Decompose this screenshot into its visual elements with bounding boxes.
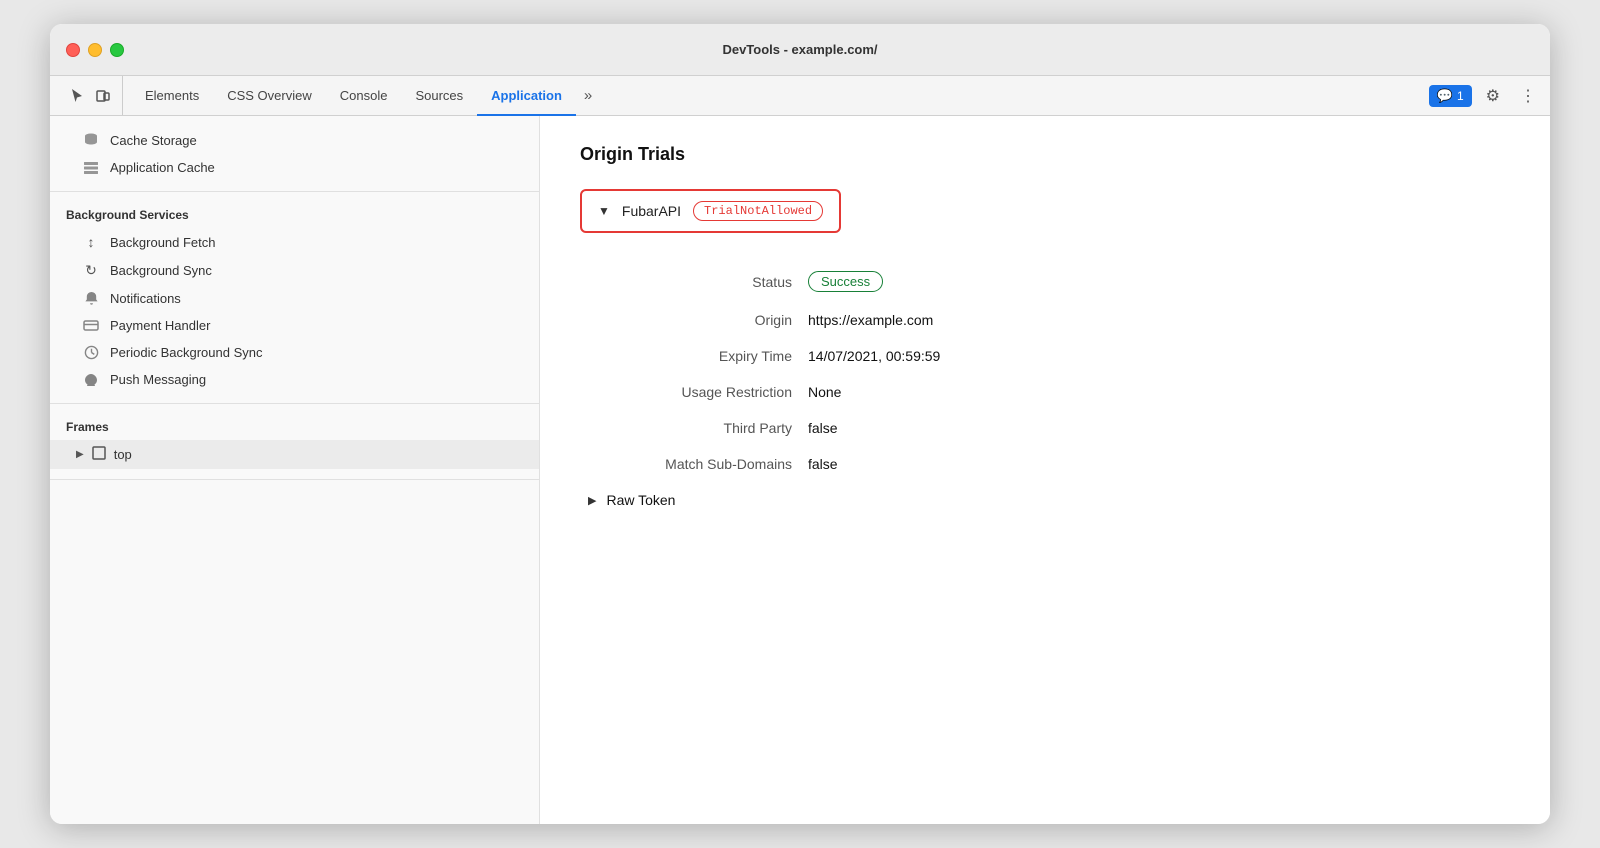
tab-sources[interactable]: Sources: [401, 77, 477, 116]
push-messaging-icon: [82, 373, 100, 387]
raw-token-arrow: ▶: [588, 494, 596, 507]
application-cache-icon: [82, 161, 100, 175]
sidebar-item-label: Application Cache: [110, 160, 523, 175]
third-party-value: false: [800, 410, 1510, 446]
sidebar-item-periodic-background-sync[interactable]: Periodic Background Sync: [50, 339, 539, 366]
tab-application[interactable]: Application: [477, 77, 576, 116]
console-icon: 💬: [1437, 88, 1453, 104]
expiry-time-value: 14/07/2021, 00:59:59: [800, 338, 1510, 374]
console-badge-button[interactable]: 💬 1: [1429, 85, 1472, 107]
table-row: Third Party false: [580, 410, 1510, 446]
tab-console[interactable]: Console: [326, 77, 402, 116]
sidebar-item-background-sync[interactable]: ↻ Background Sync: [50, 256, 539, 285]
raw-token-row[interactable]: ▶ Raw Token: [580, 482, 1510, 518]
trial-not-allowed-badge: TrialNotAllowed: [693, 201, 823, 221]
tab-css-overview[interactable]: CSS Overview: [213, 77, 326, 116]
usage-restriction-value: None: [800, 374, 1510, 410]
status-value: Success: [800, 261, 1510, 302]
settings-button[interactable]: ⚙: [1480, 82, 1506, 110]
periodic-background-sync-icon: [82, 345, 100, 360]
maximize-button[interactable]: [110, 43, 124, 57]
table-row: Expiry Time 14/07/2021, 00:59:59: [580, 338, 1510, 374]
notifications-icon: [82, 291, 100, 306]
sidebar-item-notifications[interactable]: Notifications: [50, 285, 539, 312]
toolbar-icons: [58, 76, 123, 115]
background-sync-icon: ↻: [82, 262, 100, 279]
table-row: Match Sub-Domains false: [580, 446, 1510, 482]
frames-section: Frames ▶ top: [50, 404, 539, 480]
frames-top-icon: [92, 446, 106, 463]
sidebar-item-application-cache[interactable]: Application Cache: [50, 154, 539, 181]
close-button[interactable]: [66, 43, 80, 57]
page-title: Origin Trials: [580, 144, 1510, 165]
main-content: Cache Storage Application Cache Backgrou: [50, 116, 1550, 824]
raw-token-label: Raw Token: [606, 492, 675, 508]
storage-section: Cache Storage Application Cache: [50, 116, 539, 192]
frames-header: Frames: [50, 414, 539, 440]
table-row: Usage Restriction None: [580, 374, 1510, 410]
table-row: Status Success: [580, 261, 1510, 302]
title-bar: DevTools - example.com/: [50, 24, 1550, 76]
content-panel: Origin Trials ▼ FubarAPI TrialNotAllowed…: [540, 116, 1550, 824]
sidebar-item-payment-handler[interactable]: Payment Handler: [50, 312, 539, 339]
origin-value: https://example.com: [800, 302, 1510, 338]
more-tabs-button[interactable]: »: [576, 87, 600, 104]
cursor-icon[interactable]: [66, 85, 88, 107]
payment-handler-icon: [82, 319, 100, 332]
device-icon[interactable]: [92, 85, 114, 107]
table-row: Origin https://example.com: [580, 302, 1510, 338]
background-services-section: Background Services ↕ Background Fetch ↻…: [50, 192, 539, 404]
sidebar-item-label: Cache Storage: [110, 133, 523, 148]
third-party-label: Third Party: [580, 410, 800, 446]
frames-top-arrow: ▶: [76, 449, 84, 460]
frames-top-label: top: [114, 447, 132, 462]
background-fetch-icon: ↕: [82, 234, 100, 250]
cache-storage-icon: [82, 132, 100, 148]
success-badge: Success: [808, 271, 883, 292]
match-subdomains-label: Match Sub-Domains: [580, 446, 800, 482]
fubar-api-row[interactable]: ▼ FubarAPI TrialNotAllowed: [580, 189, 841, 233]
sidebar-item-background-fetch[interactable]: ↕ Background Fetch: [50, 228, 539, 256]
match-subdomains-value: false: [800, 446, 1510, 482]
devtools-window: DevTools - example.com/ Elements CSS Ove…: [50, 24, 1550, 824]
traffic-lights: [66, 43, 124, 57]
sidebar-item-push-messaging[interactable]: Push Messaging: [50, 366, 539, 393]
fubar-expand-arrow: ▼: [598, 204, 610, 218]
detail-table: Status Success Origin https://example.co…: [580, 261, 1510, 482]
sidebar: Cache Storage Application Cache Backgrou: [50, 116, 540, 824]
tab-bar-right: 💬 1 ⚙ ⋮: [1429, 82, 1542, 110]
minimize-button[interactable]: [88, 43, 102, 57]
background-services-header: Background Services: [50, 202, 539, 228]
usage-restriction-label: Usage Restriction: [580, 374, 800, 410]
origin-label: Origin: [580, 302, 800, 338]
status-label: Status: [580, 261, 800, 302]
window-title: DevTools - example.com/: [722, 42, 877, 57]
expiry-time-label: Expiry Time: [580, 338, 800, 374]
more-menu-button[interactable]: ⋮: [1514, 82, 1542, 110]
tab-bar: Elements CSS Overview Console Sources Ap…: [50, 76, 1550, 116]
sidebar-item-cache-storage[interactable]: Cache Storage: [50, 126, 539, 154]
sidebar-item-frames-top[interactable]: ▶ top: [50, 440, 539, 469]
fubar-api-name: FubarAPI: [622, 203, 681, 219]
tab-elements[interactable]: Elements: [131, 77, 213, 116]
